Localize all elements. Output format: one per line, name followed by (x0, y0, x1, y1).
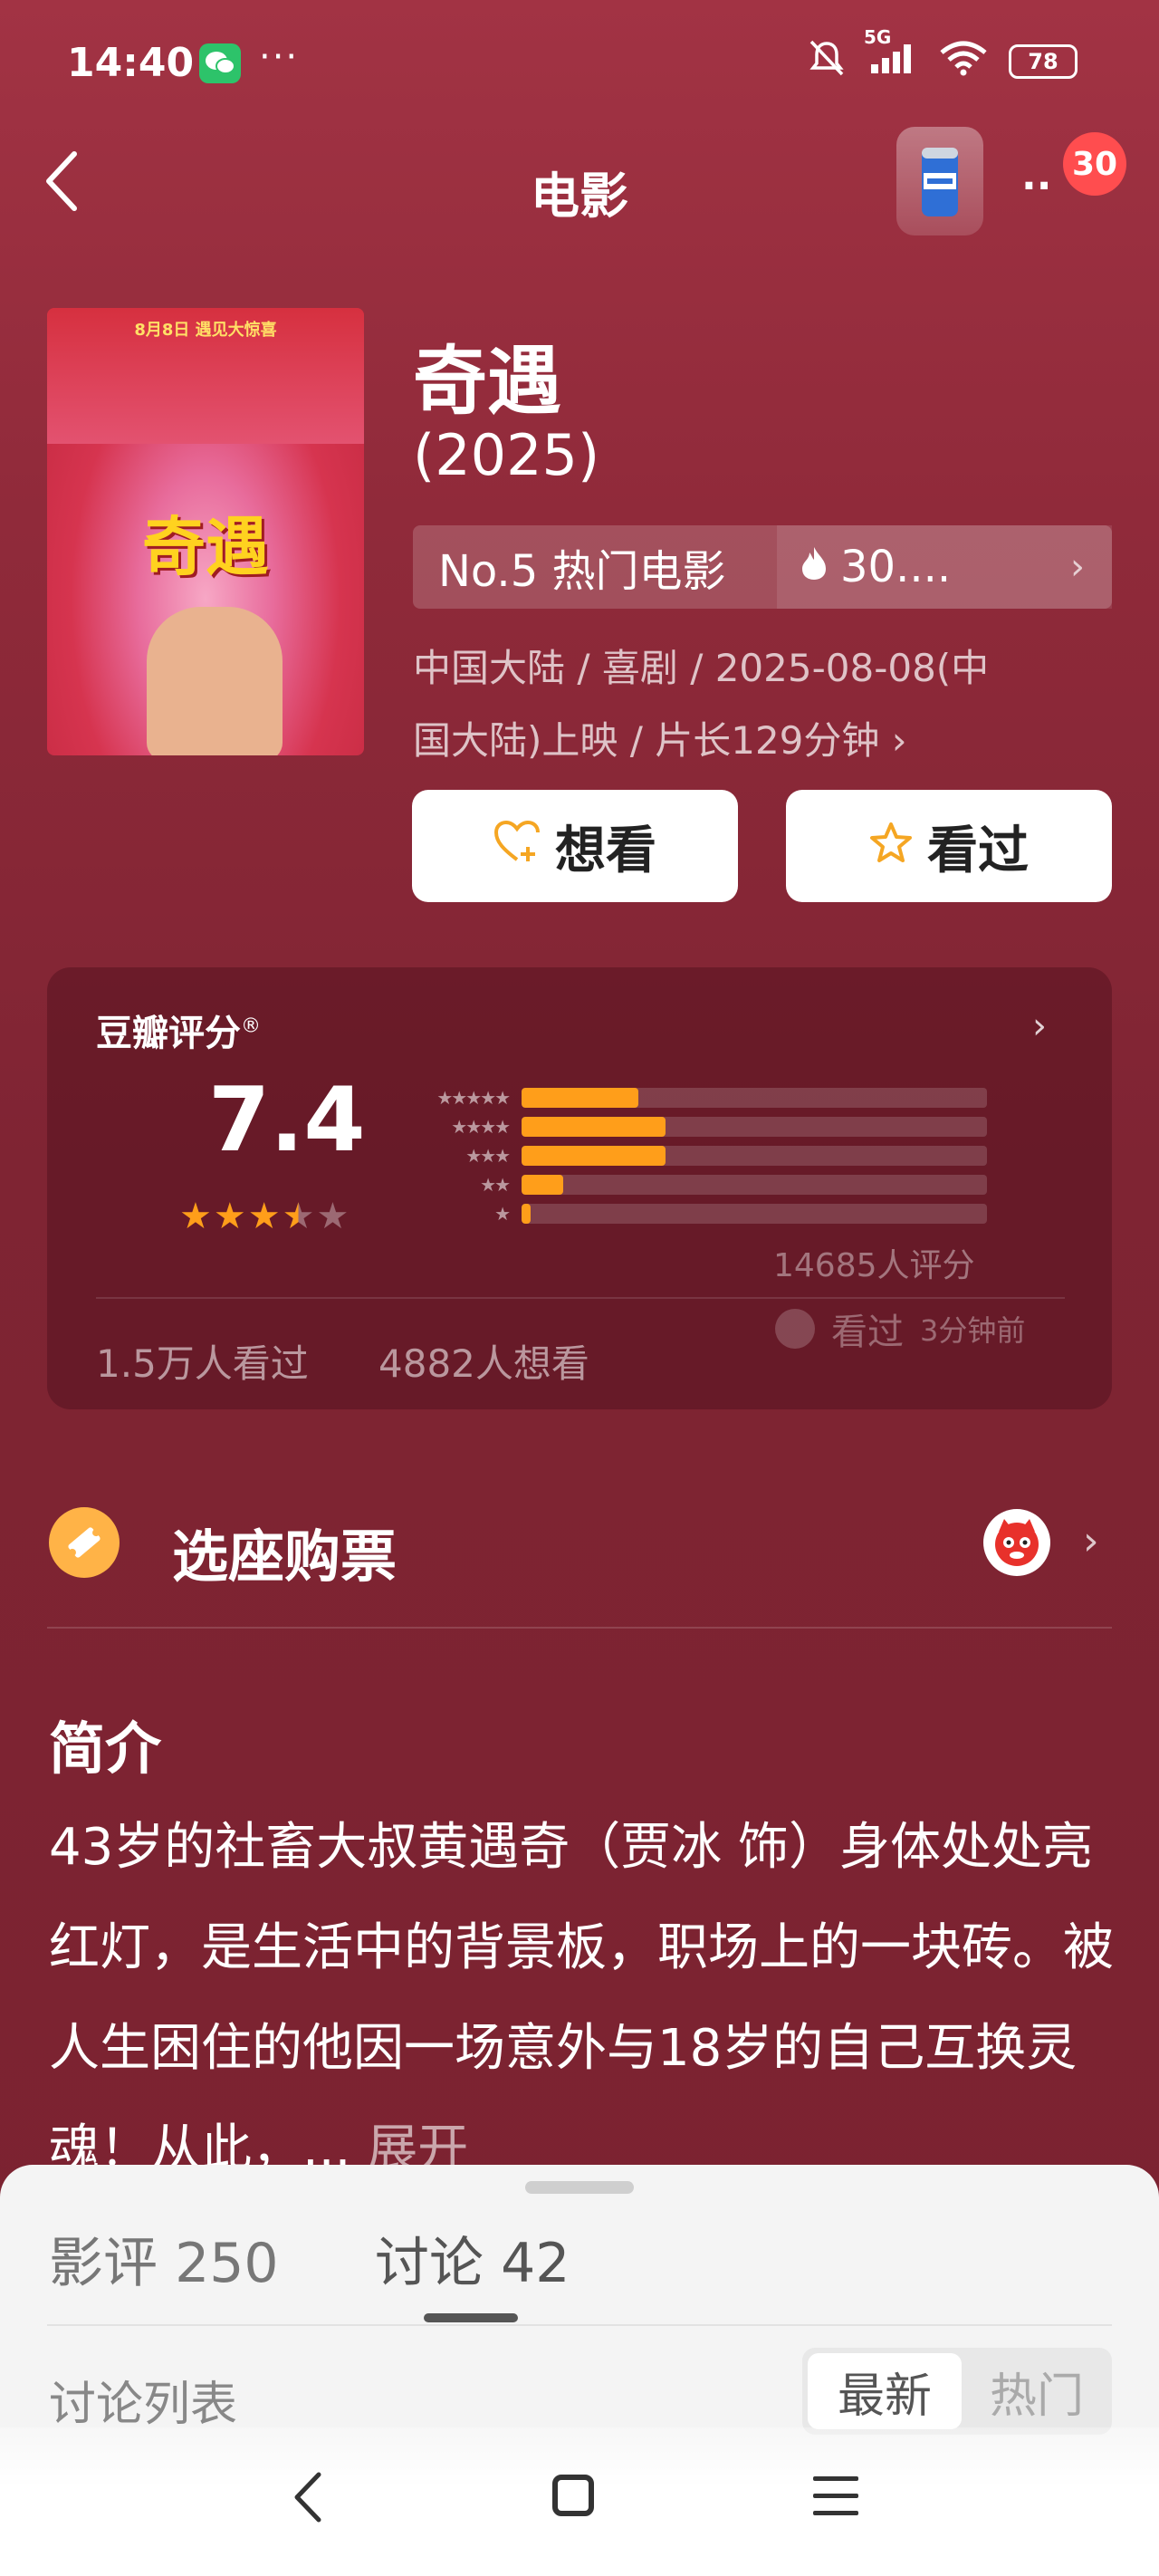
network-type: 5G (864, 26, 892, 48)
distribution-row: ★★★★★ (407, 1083, 987, 1112)
want-count[interactable]: 4882人想看 (378, 1333, 589, 1389)
mute-icon (806, 38, 848, 85)
sheet-divider (47, 2324, 1112, 2326)
sort-toggle: 最新 热门 (802, 2348, 1112, 2435)
wifi-icon (938, 40, 989, 83)
chevron-right-icon[interactable]: › (1032, 1005, 1047, 1047)
watched-button[interactable]: 看过 (786, 790, 1112, 902)
buy-ticket-label[interactable]: 选座购票 (172, 1511, 397, 1592)
rating-star-icon: ★ (179, 1196, 212, 1237)
heart-plus-icon (493, 817, 541, 876)
star-outline-icon (869, 817, 913, 876)
recent-activity: 看过 3分钟前 (775, 1302, 1025, 1355)
rating-distribution: ★★★★★ ★★★★ ★★★ ★★ ★ (407, 1083, 987, 1228)
rating-star-icon: ★ (316, 1196, 350, 1237)
signal-icon: 5G (864, 26, 918, 82)
movie-year: (2025) (413, 422, 600, 488)
rank-box[interactable]: No.5 热门电影 30.... › (413, 525, 1112, 609)
distribution-row: ★ (407, 1199, 987, 1228)
movie-poster[interactable]: 8月8日 遇见大惊喜 奇遇 (47, 308, 364, 755)
meta-line-2: 国大陆)上映 / 片长129分钟 › (413, 718, 907, 763)
sort-hot-button[interactable]: 热门 (962, 2358, 1112, 2426)
avatar (775, 1309, 815, 1349)
distribution-track (522, 1204, 987, 1224)
distribution-row: ★★★ (407, 1141, 987, 1170)
tab-active-indicator (424, 2313, 518, 2322)
poster-tagline: 8月8日 遇见大惊喜 (134, 321, 277, 340)
distribution-stars-label: ★★ (480, 1174, 511, 1196)
flame-icon (800, 542, 828, 592)
rating-star-icon: ★ (282, 1196, 315, 1237)
meta-line-1: 中国大陆 / 喜剧 / 2025-08-08(中 (413, 646, 990, 690)
distribution-stars-label: ★★★★★ (436, 1087, 511, 1109)
synopsis-title: 简介 (49, 1716, 162, 1782)
page-title: 电影 (531, 168, 628, 225)
distribution-stars-label: ★ (494, 1203, 511, 1225)
poster-face (147, 607, 283, 755)
tab-discussions[interactable]: 讨论 42 (375, 2219, 570, 2298)
seen-label: 看过 (927, 821, 1029, 880)
movie-meta[interactable]: 中国大陆 / 喜剧 / 2025-08-08(中 国大陆)上映 / 片长129分… (413, 632, 1101, 777)
wechat-icon (199, 43, 241, 83)
distribution-bar (522, 1204, 532, 1224)
distribution-stars-label: ★★★★ (451, 1116, 511, 1138)
rating-divider (96, 1297, 1065, 1299)
distribution-track (522, 1175, 987, 1195)
rank-label: No.5 热门电影 (438, 546, 726, 597)
sheet-drag-handle[interactable] (525, 2181, 634, 2194)
chevron-right-icon[interactable]: › (1083, 1518, 1099, 1564)
poster-title: 奇遇 (142, 509, 269, 584)
distribution-track (522, 1146, 987, 1166)
distribution-bar (522, 1088, 638, 1108)
section-divider (47, 1627, 1112, 1629)
rating-count: 14685人评分 (773, 1247, 975, 1284)
synopsis-text: 43岁的社畜大叔黄遇奇（贾冰 饰）身体处处亮红灯，是生活中的背景板，职场上的一块… (49, 1797, 1117, 2199)
battery-level: 78 (1028, 49, 1058, 74)
status-right-group: 5G 78 (806, 26, 1078, 85)
seen-count[interactable]: 1.5万人看过 (96, 1333, 309, 1389)
synopsis-body: 43岁的社畜大叔黄遇奇（贾冰 饰）身体处处亮红灯，是生活中的背景板，职场上的一块… (49, 1818, 1114, 2178)
tab-reviews[interactable]: 影评 250 (49, 2219, 279, 2298)
distribution-stars-label: ★★★ (465, 1145, 511, 1167)
discussion-list-label: 讨论列表 (49, 2378, 238, 2432)
distribution-bar (522, 1146, 666, 1166)
system-home-icon[interactable] (552, 2475, 594, 2516)
distribution-track (522, 1117, 987, 1137)
rating-star-icon: ★ (213, 1196, 246, 1237)
registered-mark: ® (241, 1014, 261, 1038)
distribution-bar (522, 1175, 564, 1195)
distribution-bar (522, 1117, 666, 1137)
battery-icon: 78 (1009, 44, 1078, 79)
system-back-icon[interactable] (286, 2465, 340, 2529)
ticket-icon (49, 1507, 120, 1578)
recent-time: 3分钟前 (920, 1313, 1026, 1348)
want-label: 想看 (555, 821, 656, 880)
status-time: 14:40 (67, 40, 195, 86)
beer-can-icon[interactable] (896, 127, 983, 235)
system-menu-icon[interactable] (813, 2476, 858, 2528)
notification-badge[interactable]: 30 (1063, 132, 1126, 196)
rating-title: 豆瓣评分® (96, 1013, 261, 1054)
want-to-watch-button[interactable]: 想看 (412, 790, 738, 902)
more-icon[interactable]: ·· (1021, 163, 1051, 209)
distribution-track (522, 1088, 987, 1108)
heat-value: 30.... (840, 542, 952, 592)
distribution-row: ★★ (407, 1170, 987, 1199)
sort-newest-button[interactable]: 最新 (808, 2353, 962, 2429)
distribution-row: ★★★★ (407, 1112, 987, 1141)
rating-score: 7.4 (208, 1069, 366, 1172)
chevron-right-icon: › (1070, 546, 1085, 588)
rating-stars: ★ ★ ★ ★ ★ (179, 1196, 349, 1237)
heat-section: 30.... › (777, 525, 1112, 609)
movie-title: 奇遇 (413, 339, 562, 425)
status-more: ··· (259, 36, 300, 78)
recent-action: 看过 (831, 1312, 904, 1353)
rating-star-icon: ★ (247, 1196, 281, 1237)
maoyan-cat-icon (983, 1509, 1050, 1576)
